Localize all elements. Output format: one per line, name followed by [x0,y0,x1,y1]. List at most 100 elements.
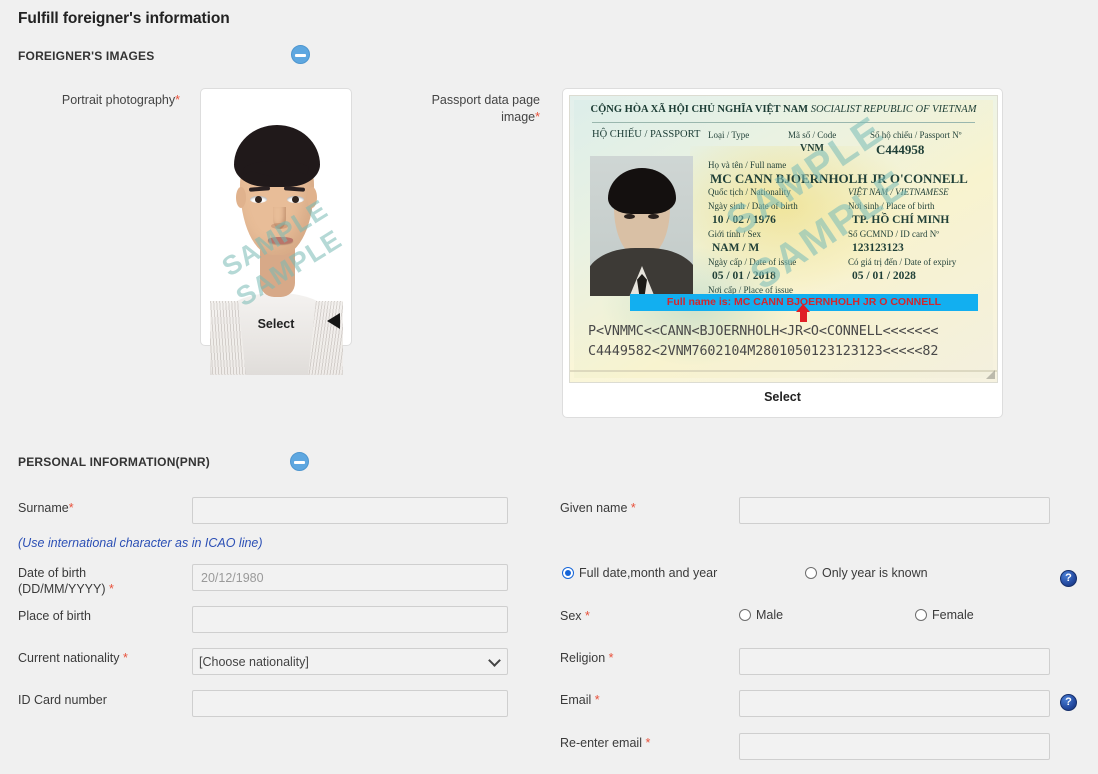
passport-idcard-label: Số GCMND / ID card Nº [848,229,939,239]
sex-female-radio-group[interactable]: Female [915,608,974,622]
passport-nationality-label: Quốc tịch / Nationality [708,187,791,197]
passport-pob-value: TP. HỒ CHÍ MINH [852,214,949,226]
sex-label-text: Sex [560,609,582,623]
religion-label-text: Religion [560,651,605,665]
email-label: Email * [560,692,600,708]
email-label-text: Email [560,693,591,707]
dob-label-line2: (DD/MM/YYYY) [18,582,106,596]
nationality-label: Current nationality * [18,650,128,666]
dob-required-mark: * [109,582,114,596]
reenter-email-label: Re-enter email * [560,735,650,751]
portrait-photo: SAMPLE SAMPLE [210,95,343,375]
passport-issue-label: Ngày cấp / Date of issue [708,257,796,267]
passport-label-line1: Passport data page [432,93,540,107]
place-of-birth-input[interactable] [192,606,508,633]
dob-mode-year-radio[interactable] [805,567,817,579]
passport-nationality-value: VIỆT NAM / VIETNAMESE [848,187,949,197]
passport-issue-value: 05 / 01 / 2018 [712,270,776,282]
mrz-line-1: P<VNMMC<<CANN<BJOERNHOLH<JR<O<CONNELL<<<… [588,324,987,339]
passport-code-value: VNM [800,143,824,154]
passport-upload-card[interactable]: CỘNG HÒA XÃ HỘI CHỦ NGHĨA VIỆT NAM SOCIA… [562,88,1003,418]
dob-mode-full-label: Full date,month and year [579,566,717,580]
resize-corner-icon [986,370,995,379]
portrait-required-mark: * [175,93,180,107]
reenter-email-label-text: Re-enter email [560,736,642,750]
portrait-label-text: Portrait photography [62,93,175,107]
passport-no-value: C444958 [876,142,924,158]
passport-fullname-label: Họ và tên / Full name [708,160,786,170]
surname-label: Surname* [18,500,74,516]
minus-circle-icon[interactable] [290,452,309,471]
section-header-images: FOREIGNER'S IMAGES [18,49,154,63]
passport-type-label: Loại / Type [708,130,749,140]
portrait-upload-card[interactable]: SAMPLE SAMPLE Select [200,88,352,346]
mrz-line-2: C4449582<2VNM7602104M2801050123123123<<<… [588,344,987,359]
passport-no-label: Số hộ chiếu / Passport Nº [870,130,962,140]
portrait-label: Portrait photography* [20,92,180,109]
given-name-required-mark: * [631,501,636,515]
passport-country-en: SOCIALIST REPUBLIC OF VIETNAM [811,104,977,115]
religion-required-mark: * [609,651,614,665]
sex-male-radio-group[interactable]: Male [739,608,783,622]
nationality-label-text: Current nationality [18,651,119,665]
section-header-personal: PERSONAL INFORMATION(PNR) [18,455,210,469]
email-required-mark: * [595,693,600,707]
passport-sex-value: NAM / M [712,242,759,254]
passport-dob-label: Ngày sinh / Date of birth [708,201,798,211]
passport-pob-label: Nơi sinh / Place of birth [848,201,935,211]
surname-input[interactable] [192,497,508,524]
religion-label: Religion * [560,650,614,666]
reenter-email-required-mark: * [645,736,650,750]
page-title: Fulfill foreigner's information [18,10,230,28]
surname-required-mark: * [69,501,74,515]
icao-note: (Use international character as in ICAO … [18,536,263,550]
sex-female-radio[interactable] [915,609,927,621]
dob-label: Date of birth (DD/MM/YYYY) * [18,565,188,597]
dob-mode-year-radio-group[interactable]: Only year is known [805,566,928,580]
sex-male-label: Male [756,608,783,622]
dob-input[interactable] [192,564,508,591]
passport-country-vi: CỘNG HÒA XÃ HỘI CHỦ NGHĨA VIỆT NAM [591,104,809,115]
passport-fullname-value: MC CANN BJOERNHOLH JR O'CONNELL [710,171,968,187]
passport-sex-label: Giới tính / Sex [708,229,761,239]
passport-expiry-label: Có giá trị đến / Date of expiry [848,257,956,267]
reenter-email-input[interactable] [739,733,1050,760]
passport-doc-type: HỘ CHIẾU / PASSPORT [592,129,700,140]
sex-male-radio[interactable] [739,609,751,621]
sex-female-label: Female [932,608,974,622]
red-arrow-icon [800,311,807,322]
help-circle-icon[interactable]: ? [1060,694,1077,711]
help-circle-icon[interactable]: ? [1060,570,1077,587]
given-name-label: Given name * [560,500,636,516]
id-card-input[interactable] [192,690,508,717]
minus-circle-icon[interactable] [291,45,310,64]
religion-input[interactable] [739,648,1050,675]
given-name-label-text: Given name [560,501,627,515]
dob-mode-year-label: Only year is known [822,566,928,580]
surname-label-text: Surname [18,501,69,515]
email-input[interactable] [739,690,1050,717]
sex-label: Sex * [560,608,590,624]
passport-dob-value: 10 / 02 / 1976 [712,214,776,226]
id-card-label: ID Card number [18,692,107,708]
nationality-required-mark: * [123,651,128,665]
passport-country-line: CỘNG HÒA XÃ HỘI CHỦ NGHĨA VIỆT NAM SOCIA… [570,104,997,115]
passport-code-label: Mã số / Code [788,130,836,140]
sex-required-mark: * [585,609,590,623]
passport-expiry-value: 05 / 01 / 2028 [852,270,916,282]
dob-mode-full-radio[interactable] [562,567,574,579]
passport-select-button[interactable]: Select [563,390,1002,404]
dob-label-line1: Date of birth [18,566,86,580]
page-root: Fulfill foreigner's information FOREIGNE… [0,0,1098,774]
portrait-select-button[interactable]: Select [201,317,351,331]
passport-label: Passport data page image* [380,92,540,126]
passport-required-mark: * [535,110,540,124]
given-name-input[interactable] [739,497,1050,524]
passport-data-page-image: CỘNG HÒA XÃ HỘI CHỦ NGHĨA VIỆT NAM SOCIA… [569,95,998,383]
place-of-birth-label: Place of birth [18,608,91,624]
dob-mode-full-radio-group[interactable]: Full date,month and year [562,566,717,580]
passport-holder-photo [590,156,693,296]
passport-label-line2: image [501,110,535,124]
passport-idcard-value: 123123123 [852,242,904,254]
nationality-select[interactable]: [Choose nationality] [192,648,508,675]
